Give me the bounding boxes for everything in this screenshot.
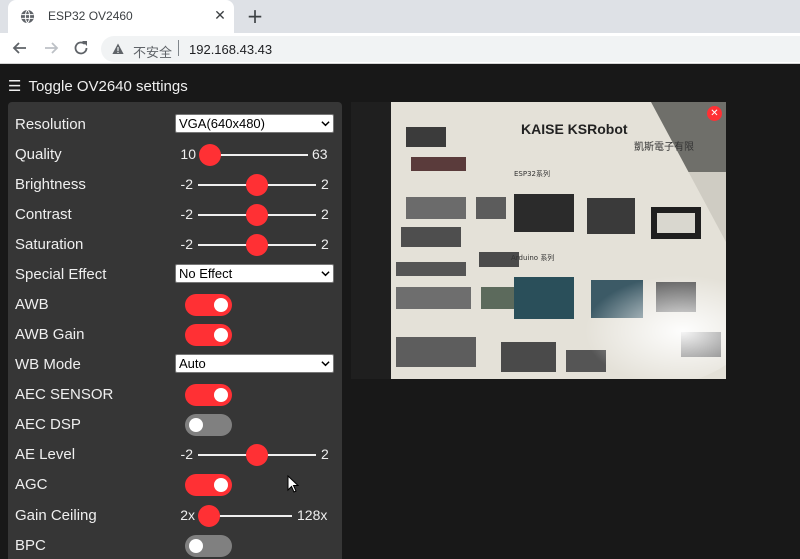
saturation-label: Saturation	[15, 236, 84, 253]
tab-title: ESP32 OV2460	[48, 9, 133, 23]
awb-gain-toggle-knob[interactable]	[214, 328, 228, 342]
setting-contrast: Contrast -2 2	[8, 200, 342, 230]
aec-dsp-label: AEC DSP	[15, 416, 81, 433]
globe-icon	[20, 9, 35, 24]
contrast-label: Contrast	[15, 206, 72, 223]
brightness-label: Brightness	[15, 176, 86, 193]
gain-ceiling-slider-thumb[interactable]	[198, 505, 220, 527]
camera-stream: KAISE KSRobot 凱斯電子有限 ESP32系列 Arduino 系列	[351, 102, 726, 379]
setting-awb: AWB	[8, 290, 342, 320]
brightness-max: 2	[321, 176, 329, 192]
settings-toggle[interactable]: ☰ Toggle OV2640 settings	[8, 76, 188, 96]
wb-mode-select[interactable]: Auto	[175, 354, 334, 373]
awb-toggle[interactable]	[185, 294, 232, 316]
quality-min: 10	[180, 146, 196, 162]
address-bar[interactable]: 不安全 192.168.43.43	[101, 36, 800, 62]
bpc-toggle-knob[interactable]	[189, 539, 203, 553]
resolution-value: VGA(640x480)	[179, 116, 265, 131]
setting-awb-gain: AWB Gain	[8, 320, 342, 350]
setting-gain-ceiling: Gain Ceiling 2x 128x	[8, 501, 342, 531]
awb-gain-label: AWB Gain	[15, 326, 85, 343]
chevron-down-icon	[321, 361, 330, 367]
quality-slider-thumb[interactable]	[199, 144, 221, 166]
gain-ceiling-max: 128x	[297, 507, 328, 523]
reload-icon[interactable]	[71, 38, 91, 58]
quality-label: Quality	[15, 146, 62, 163]
quality-slider-track[interactable]	[210, 154, 308, 156]
arrow-right-icon[interactable]	[41, 38, 61, 58]
browser-tab-strip: ESP32 OV2460 ✕ +	[0, 0, 800, 33]
aec-sensor-toggle[interactable]	[185, 384, 232, 406]
wb-mode-label: WB Mode	[15, 356, 81, 373]
agc-toggle[interactable]	[185, 474, 232, 496]
warning-triangle-icon[interactable]	[112, 43, 124, 55]
ae-level-label: AE Level	[15, 446, 76, 463]
wb-mode-value: Auto	[179, 356, 206, 371]
stream-section-arduino: Arduino 系列	[511, 253, 554, 262]
arrow-left-icon[interactable]	[10, 38, 30, 58]
agc-toggle-knob[interactable]	[214, 478, 228, 492]
stream-brand: 凱斯電子有限	[634, 140, 694, 153]
special-effect-value: No Effect	[179, 266, 233, 281]
bpc-toggle[interactable]	[185, 535, 232, 557]
saturation-min: -2	[180, 236, 193, 252]
setting-bpc: BPC	[8, 531, 342, 559]
brightness-min: -2	[180, 176, 193, 192]
setting-quality: Quality 10 63	[8, 140, 342, 170]
mouse-cursor-icon	[287, 475, 299, 493]
url-text[interactable]: 192.168.43.43	[189, 42, 272, 57]
chevron-down-icon	[321, 121, 330, 127]
setting-brightness: Brightness -2 2	[8, 170, 342, 200]
contrast-min: -2	[180, 206, 193, 222]
insecure-label[interactable]: 不安全	[133, 42, 172, 61]
contrast-slider-thumb[interactable]	[246, 204, 268, 226]
close-tab-icon[interactable]: ✕	[211, 7, 229, 25]
gain-ceiling-min: 2x	[180, 507, 195, 523]
awb-toggle-knob[interactable]	[214, 298, 228, 312]
stream-section-esp32: ESP32系列	[514, 169, 550, 178]
special-effect-select[interactable]: No Effect	[175, 264, 334, 283]
new-tab-button[interactable]: +	[244, 5, 266, 27]
gain-ceiling-slider-track[interactable]	[209, 515, 292, 517]
aec-sensor-toggle-knob[interactable]	[214, 388, 228, 402]
hamburger-icon[interactable]: ☰	[8, 77, 21, 95]
agc-label: AGC	[15, 476, 48, 493]
setting-aec-sensor: AEC SENSOR	[8, 380, 342, 410]
gain-ceiling-label: Gain Ceiling	[15, 507, 97, 524]
setting-wb-mode: WB Mode Auto	[8, 350, 342, 380]
brightness-slider-thumb[interactable]	[246, 174, 268, 196]
aec-dsp-toggle-knob[interactable]	[189, 418, 203, 432]
browser-toolbar: 不安全 192.168.43.43	[0, 33, 800, 64]
stream-headline: KAISE KSRobot	[521, 121, 628, 137]
quality-max: 63	[312, 146, 328, 162]
resolution-select[interactable]: VGA(640x480)	[175, 114, 334, 133]
resolution-label: Resolution	[15, 116, 86, 133]
contrast-max: 2	[321, 206, 329, 222]
stream-image: KAISE KSRobot 凱斯電子有限 ESP32系列 Arduino 系列	[351, 102, 726, 379]
close-icon[interactable]: ✕	[707, 106, 722, 121]
browser-tab[interactable]: ESP32 OV2460 ✕	[8, 0, 234, 33]
ae-level-slider-thumb[interactable]	[246, 444, 268, 466]
address-separator	[178, 40, 179, 56]
saturation-slider-thumb[interactable]	[246, 234, 268, 256]
setting-ae-level: AE Level -2 2	[8, 440, 342, 470]
ae-level-max: 2	[321, 446, 329, 462]
settings-toggle-label[interactable]: Toggle OV2640 settings	[28, 78, 187, 95]
awb-gain-toggle[interactable]	[185, 324, 232, 346]
setting-saturation: Saturation -2 2	[8, 230, 342, 260]
setting-aec-dsp: AEC DSP	[8, 410, 342, 440]
aec-sensor-label: AEC SENSOR	[15, 386, 114, 403]
special-effect-label: Special Effect	[15, 266, 107, 283]
bpc-label: BPC	[15, 537, 46, 554]
saturation-max: 2	[321, 236, 329, 252]
awb-label: AWB	[15, 296, 49, 313]
chevron-down-icon	[321, 271, 330, 277]
setting-special-effect: Special Effect No Effect	[8, 260, 342, 290]
setting-resolution: Resolution VGA(640x480)	[8, 110, 342, 140]
aec-dsp-toggle[interactable]	[185, 414, 232, 436]
ae-level-min: -2	[180, 446, 193, 462]
